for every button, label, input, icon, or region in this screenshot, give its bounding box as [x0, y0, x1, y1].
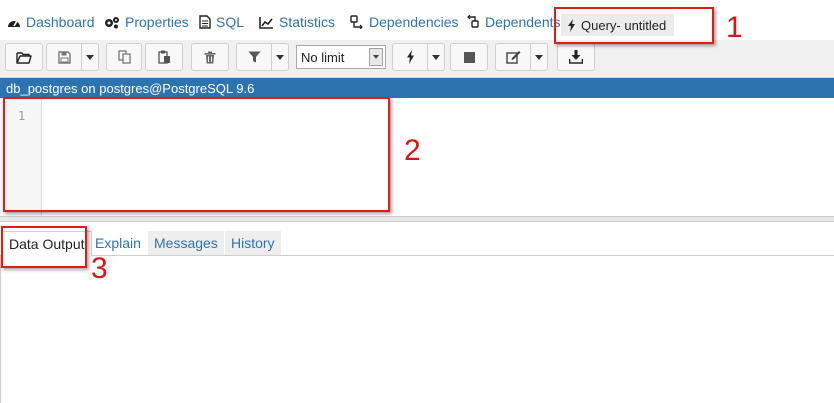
- annotation-box-3: [1, 226, 87, 268]
- trash-icon: [204, 51, 216, 63]
- panel-splitter[interactable]: [0, 216, 834, 222]
- copy-icon: [117, 50, 131, 64]
- query-toolbar: No limit: [0, 40, 834, 78]
- connection-bar: db_postgres on postgres@PostgreSQL 9.6: [0, 78, 834, 98]
- filter-button[interactable]: [236, 43, 272, 71]
- annotation-number-2: 2: [404, 134, 421, 167]
- tab-label: Dashboard: [26, 14, 95, 30]
- paste-icon: [157, 50, 170, 64]
- annotation-number-3: 3: [91, 252, 108, 285]
- tab-history[interactable]: History: [225, 231, 281, 255]
- tab-messages[interactable]: Messages: [148, 231, 224, 255]
- paste-button[interactable]: [145, 43, 183, 71]
- tab-label: SQL: [216, 14, 245, 30]
- tab-label: Explain: [95, 235, 141, 251]
- copy-button[interactable]: [106, 43, 142, 71]
- select-arrow-icon: [369, 48, 383, 66]
- stop-button[interactable]: [450, 43, 488, 71]
- filter-dropdown-caret[interactable]: [272, 43, 289, 71]
- row-limit-select[interactable]: No limit: [296, 45, 386, 69]
- filter-icon: [248, 51, 260, 63]
- tab-label: Dependencies: [369, 14, 459, 30]
- edit-dropdown-caret[interactable]: [531, 43, 548, 71]
- tab-label: Statistics: [279, 14, 336, 30]
- dependencies-icon: [350, 15, 363, 29]
- save-icon: [57, 50, 71, 64]
- annotation-number-1: 1: [726, 11, 743, 44]
- tab-dependencies[interactable]: Dependencies: [350, 10, 459, 34]
- edit-button[interactable]: [495, 43, 531, 71]
- download-icon: [569, 50, 583, 64]
- execute-button[interactable]: [392, 43, 428, 71]
- file-icon: [199, 15, 211, 29]
- tab-label: Messages: [154, 235, 218, 251]
- tab-dependents[interactable]: Dependents: [466, 10, 561, 34]
- delete-button[interactable]: [191, 43, 229, 71]
- tab-properties[interactable]: Properties: [104, 10, 189, 34]
- row-limit-value: No limit: [301, 49, 345, 65]
- tab-dashboard[interactable]: Dashboard: [7, 10, 95, 34]
- dependents-icon: [467, 15, 479, 28]
- stop-icon: [463, 51, 475, 63]
- execute-icon: [406, 50, 414, 64]
- dashboard-icon: [8, 20, 20, 27]
- cogs-icon: [105, 16, 119, 28]
- save-dropdown-caret[interactable]: [82, 43, 99, 71]
- line-chart-icon: [259, 16, 273, 29]
- download-button[interactable]: [557, 43, 595, 71]
- data-output-grid[interactable]: [0, 256, 834, 403]
- folder-open-icon: [16, 51, 32, 64]
- tab-label: History: [231, 235, 275, 251]
- tab-sql[interactable]: SQL: [199, 10, 244, 34]
- tab-statistics[interactable]: Statistics: [259, 10, 335, 34]
- execute-dropdown-caret[interactable]: [428, 43, 445, 71]
- annotation-box-1: [554, 7, 714, 44]
- tab-label: Dependents: [485, 14, 561, 30]
- annotation-box-2: [3, 97, 390, 212]
- connection-label: db_postgres on postgres@PostgreSQL 9.6: [6, 81, 255, 96]
- save-button[interactable]: [46, 43, 82, 71]
- edit-icon: [505, 51, 520, 64]
- open-file-button[interactable]: [5, 43, 43, 71]
- result-tabs: Data Output Explain Messages History: [0, 228, 834, 256]
- tab-label: Properties: [125, 14, 189, 30]
